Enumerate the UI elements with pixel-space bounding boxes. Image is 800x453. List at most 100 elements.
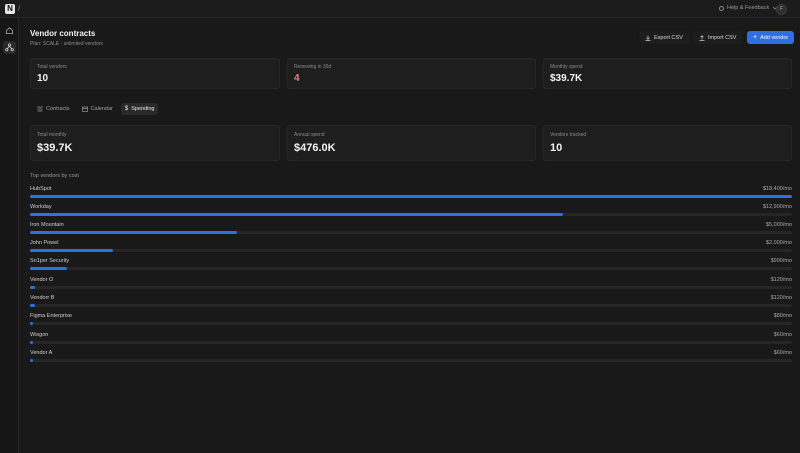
cost-bar-track	[30, 341, 792, 344]
stat-value: 4	[294, 73, 300, 84]
vendor-row: Workday $12,900/mo	[30, 204, 792, 220]
stat-value: 10	[37, 73, 49, 84]
vendor-name: John Powel	[30, 240, 59, 246]
download-icon	[645, 35, 651, 41]
vendor-cost: $900/mo	[770, 258, 792, 264]
cost-bar-track	[30, 195, 792, 198]
vendor-cost: $12,900/mo	[762, 204, 792, 210]
vendor-cost: $60/mo	[773, 332, 792, 338]
vendor-cost: $80/mo	[773, 313, 792, 319]
stat-card-total-vendors: Total vendors 10	[30, 58, 280, 89]
tab-contracts[interactable]: Contracts	[33, 103, 74, 115]
section-title: Top vendors by cost	[30, 173, 79, 179]
spend-value: 10	[550, 142, 563, 154]
spend-card-annual: Annual spend $476.0K	[287, 125, 536, 161]
cost-bar-track	[30, 359, 792, 362]
vendor-row: Vendorr B $120/mo	[30, 295, 792, 311]
stat-value: $39.7K	[550, 73, 583, 84]
calendar-icon	[81, 106, 88, 112]
vendor-name: Sn1per Security	[30, 258, 70, 264]
vendor-name: Figma Enterprise	[30, 313, 72, 319]
vendor-row: HubSpot $18,400/mo	[30, 186, 792, 202]
spend-card-total-monthly: Total monthly $39.7K	[30, 125, 280, 161]
cost-bar-track	[30, 322, 792, 325]
vendor-row: Figma Enterprise $80/mo	[30, 313, 792, 329]
avatar[interactable]: F	[776, 4, 787, 15]
vendor-cost: $5,000/mo	[766, 222, 792, 228]
top-bar: N / Help & Feedback F	[0, 0, 800, 18]
spend-value: $476.0K	[294, 142, 336, 154]
vendor-row: Wisgon $60/mo	[30, 332, 792, 348]
vendor-cost: $60/mo	[773, 350, 792, 356]
cost-bar-fill	[30, 341, 33, 344]
page-title: Vendor contracts	[30, 29, 96, 38]
view-tabs: Contracts Calendar $ Spending	[33, 103, 159, 115]
tab-calendar[interactable]: Calendar	[78, 103, 117, 115]
spend-label: Total monthly	[37, 132, 67, 138]
vendor-cost: $2,000/mo	[766, 240, 792, 246]
vendors-nav-button[interactable]	[3, 41, 16, 54]
spend-label: Annual spend	[294, 132, 325, 138]
vendor-name: Vendorr B	[30, 295, 55, 301]
cost-bar-fill	[30, 213, 563, 216]
cost-bar-fill	[30, 249, 113, 252]
cost-bar-track	[30, 249, 792, 252]
plan-subtitle: Plan: SCALE · unlimited vendors	[30, 41, 103, 47]
vendor-row: Vendor A $60/mo	[30, 350, 792, 366]
vendor-row: Iron Mountain $5,000/mo	[30, 222, 792, 238]
vendor-row: John Powel $2,000/mo	[30, 240, 792, 256]
main-content: Vendor contracts Plan: SCALE · unlimited…	[19, 18, 800, 453]
vendor-cost: $18,400/mo	[762, 186, 792, 192]
import-csv-label: Import CSV	[708, 34, 737, 41]
add-vendor-button[interactable]: + Add vendor	[747, 31, 795, 44]
cost-bar-track	[30, 286, 792, 289]
home-nav-button[interactable]	[3, 24, 16, 37]
add-vendor-label: Add vendor	[760, 34, 789, 41]
vendor-cost: $120/mo	[770, 277, 792, 283]
vendor-name: Iron Mountain	[30, 222, 64, 228]
upload-icon	[699, 34, 705, 41]
cost-bar-track	[30, 231, 792, 234]
tab-contracts-label: Contracts	[46, 106, 70, 112]
stat-label: Renewing in 30d	[294, 64, 332, 70]
breadcrumb-separator: /	[18, 4, 21, 13]
left-rail	[0, 18, 19, 453]
vendor-cost: $120/mo	[770, 295, 792, 301]
help-feedback-button[interactable]: Help & Feedback	[719, 5, 778, 11]
stat-card-monthly-spend: Monthly spend $39.7K	[543, 58, 792, 89]
cost-bar-fill	[30, 286, 35, 289]
help-label: Help & Feedback	[727, 5, 770, 11]
spend-card-vendors-tracked: Vendors tracked 10	[543, 125, 792, 161]
help-icon	[719, 5, 724, 11]
app-logo[interactable]: N	[5, 4, 15, 14]
list-icon	[37, 106, 43, 112]
export-csv-button[interactable]: Export CSV	[639, 31, 689, 44]
vendor-name: Vendor O	[30, 277, 54, 283]
export-csv-label: Export CSV	[654, 34, 683, 41]
cost-bar-fill	[30, 195, 792, 198]
cost-bar-fill	[30, 231, 237, 234]
tab-spending[interactable]: $ Spending	[120, 103, 159, 115]
stat-label: Monthly spend	[550, 64, 583, 70]
vendor-name: Vendor A	[30, 350, 53, 356]
stat-card-renewing: Renewing in 30d 4	[287, 58, 536, 89]
cost-bar-track	[30, 267, 792, 270]
cost-bar-fill	[30, 322, 33, 325]
import-csv-button[interactable]: Import CSV	[693, 31, 743, 44]
cost-bar-fill	[30, 359, 33, 362]
vendor-name: Wisgon	[30, 332, 49, 338]
tab-spending-label: Spending	[131, 106, 155, 112]
spend-label: Vendors tracked	[550, 132, 587, 138]
vendor-row: Vendor O $120/mo	[30, 277, 792, 293]
vendor-row: Sn1per Security $900/mo	[30, 258, 792, 274]
vendor-name: HubSpot	[30, 186, 52, 192]
plus-icon: +	[753, 34, 758, 41]
cost-bar-track	[30, 304, 792, 307]
dollar-icon: $	[124, 106, 129, 112]
home-icon	[5, 27, 14, 35]
tab-calendar-label: Calendar	[90, 106, 113, 112]
stat-label: Total vendors	[37, 64, 67, 70]
spend-value: $39.7K	[37, 142, 73, 154]
cost-bar-track	[30, 213, 792, 216]
cost-bar-fill	[30, 304, 35, 307]
